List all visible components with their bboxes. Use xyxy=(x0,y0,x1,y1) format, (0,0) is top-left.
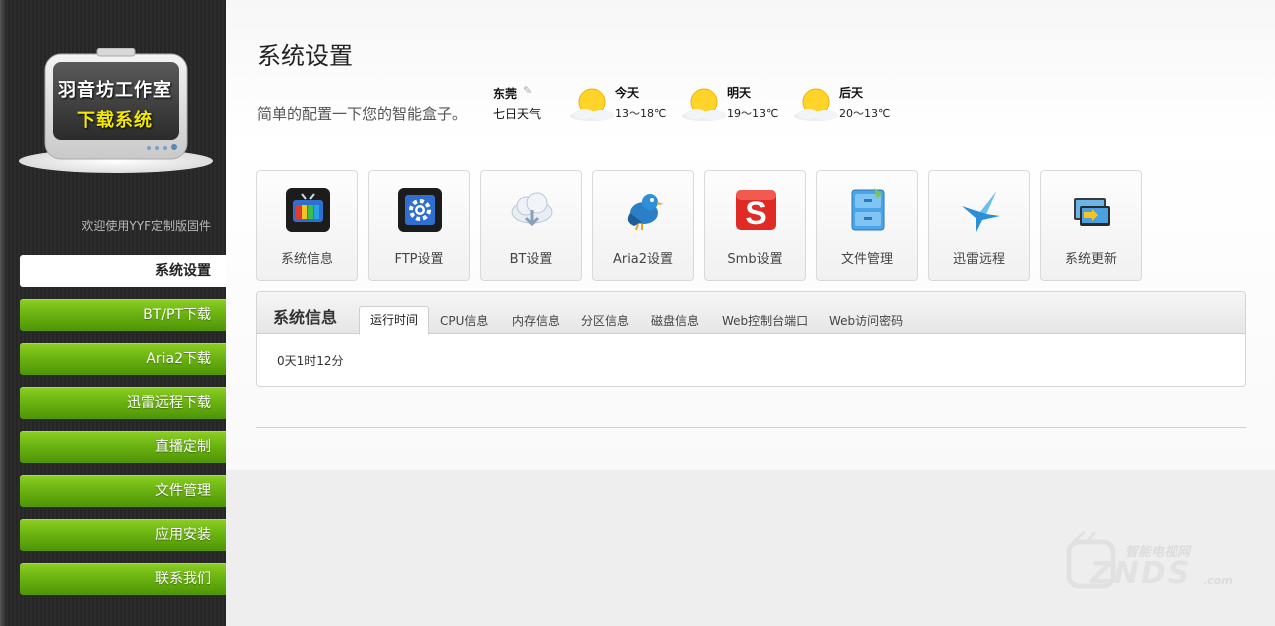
page-title: 系统设置 xyxy=(257,42,353,70)
tile-system-info[interactable]: 系统信息 xyxy=(256,170,358,281)
tile-system-update[interactable]: 系统更新 xyxy=(1040,170,1142,281)
weather-day: 今天 13～18℃ xyxy=(570,82,680,122)
system-info-panel: 系统信息 运行时间 CPU信息 内存信息 分区信息 磁盘信息 Web控制台端口 … xyxy=(256,291,1246,387)
tile-label: 迅雷远程 xyxy=(952,252,1005,267)
tile-label: 系统更新 xyxy=(1064,252,1117,267)
watermark-text-brand: ZNDS xyxy=(1090,556,1192,591)
sunny-icon xyxy=(570,88,614,121)
tile-label: 文件管理 xyxy=(840,252,893,267)
tile-xunlei-remote[interactable]: 迅雷远程 xyxy=(928,170,1030,281)
smb-icon: S xyxy=(736,190,776,231)
tile-ftp-settings[interactable]: FTP设置 xyxy=(368,170,470,281)
tile-label: BT设置 xyxy=(509,252,553,267)
gear-icon xyxy=(398,188,442,232)
folder-cabinet-icon xyxy=(851,188,885,231)
logo-title: 羽音坊工作室 xyxy=(58,80,172,101)
sunny-icon xyxy=(794,88,838,121)
monitor-update-icon xyxy=(1074,198,1110,226)
cloud-icon xyxy=(511,192,553,227)
sidebar-item-xunlei-remote-download[interactable]: 迅雷远程下载 xyxy=(20,387,226,419)
tile-file-manager[interactable]: 文件管理 xyxy=(816,170,918,281)
tile-label: Smb设置 xyxy=(727,252,783,267)
weather-day: 明天 19～13℃ xyxy=(682,82,792,122)
sidebar-item-aria2-download[interactable]: Aria2下载 xyxy=(20,343,226,375)
sidebar-item-live-custom[interactable]: 直播定制 xyxy=(20,431,226,463)
tab-cpu-info[interactable]: CPU信息 xyxy=(430,312,498,334)
page-subtitle: 简单的配置一下您的智能盒子。 xyxy=(257,105,468,123)
system-info-panel-header: 系统信息 运行时间 CPU信息 内存信息 分区信息 磁盘信息 Web控制台端口 … xyxy=(257,292,1245,335)
welcome-text: 欢迎使用YYF定制版固件 xyxy=(81,219,211,233)
bird-icon xyxy=(627,194,664,231)
sidebar-edge xyxy=(0,0,6,626)
weather-day: 后天 20～13℃ xyxy=(794,82,904,122)
thunder-bird-icon xyxy=(962,192,1000,232)
tile-aria2-settings[interactable]: Aria2设置 xyxy=(592,170,694,281)
watermark-text-domain: .com xyxy=(1203,574,1233,587)
tab-disk-info[interactable]: 磁盘信息 xyxy=(641,312,709,334)
weather-city: 东莞 xyxy=(493,87,518,101)
weather-day-temp: 20～13℃ xyxy=(839,107,891,120)
logo-subtitle: 下载系统 xyxy=(77,110,153,131)
tile-label: Aria2设置 xyxy=(612,252,674,267)
sidebar-item-file-manager[interactable]: 文件管理 xyxy=(20,475,226,507)
panel-title: 系统信息 xyxy=(273,308,338,327)
tile-label: 系统信息 xyxy=(280,252,333,267)
tile-bt-settings[interactable]: BT设置 xyxy=(480,170,582,281)
weather-day-temp: 19～13℃ xyxy=(727,107,779,120)
sidebar-item-contact-us[interactable]: 联系我们 xyxy=(20,563,226,595)
weather-day-label: 明天 xyxy=(727,86,752,100)
tab-web-access-password[interactable]: Web访问密码 xyxy=(819,312,913,334)
edit-city-icon[interactable]: ✎ xyxy=(523,84,532,97)
sidebar-item-app-install[interactable]: 应用安装 xyxy=(20,519,226,551)
tab-uptime[interactable]: 运行时间 xyxy=(359,306,430,335)
weather-day-label: 今天 xyxy=(615,86,640,100)
weather-day-temp: 13～18℃ xyxy=(615,107,667,120)
uptime-value: 0天1时12分 xyxy=(277,354,344,368)
tile-smb-settings[interactable]: S Smb设置 xyxy=(704,170,806,281)
tab-memory-info[interactable]: 内存信息 xyxy=(502,312,570,334)
sunny-icon xyxy=(682,88,726,121)
tab-web-console-port[interactable]: Web控制台端口 xyxy=(712,312,818,334)
content-divider xyxy=(256,427,1246,428)
tile-label: FTP设置 xyxy=(394,252,444,267)
svg-text:S: S xyxy=(745,195,766,231)
sidebar-item-system-settings[interactable]: 系统设置 xyxy=(20,255,226,287)
weather-day-label: 后天 xyxy=(839,86,864,100)
seven-day-weather-link[interactable]: 七日天气 xyxy=(493,105,541,122)
tab-partition-info[interactable]: 分区信息 xyxy=(571,312,639,334)
tv-icon xyxy=(286,188,330,232)
sidebar-item-bt-pt-download[interactable]: BT/PT下载 xyxy=(20,299,226,331)
